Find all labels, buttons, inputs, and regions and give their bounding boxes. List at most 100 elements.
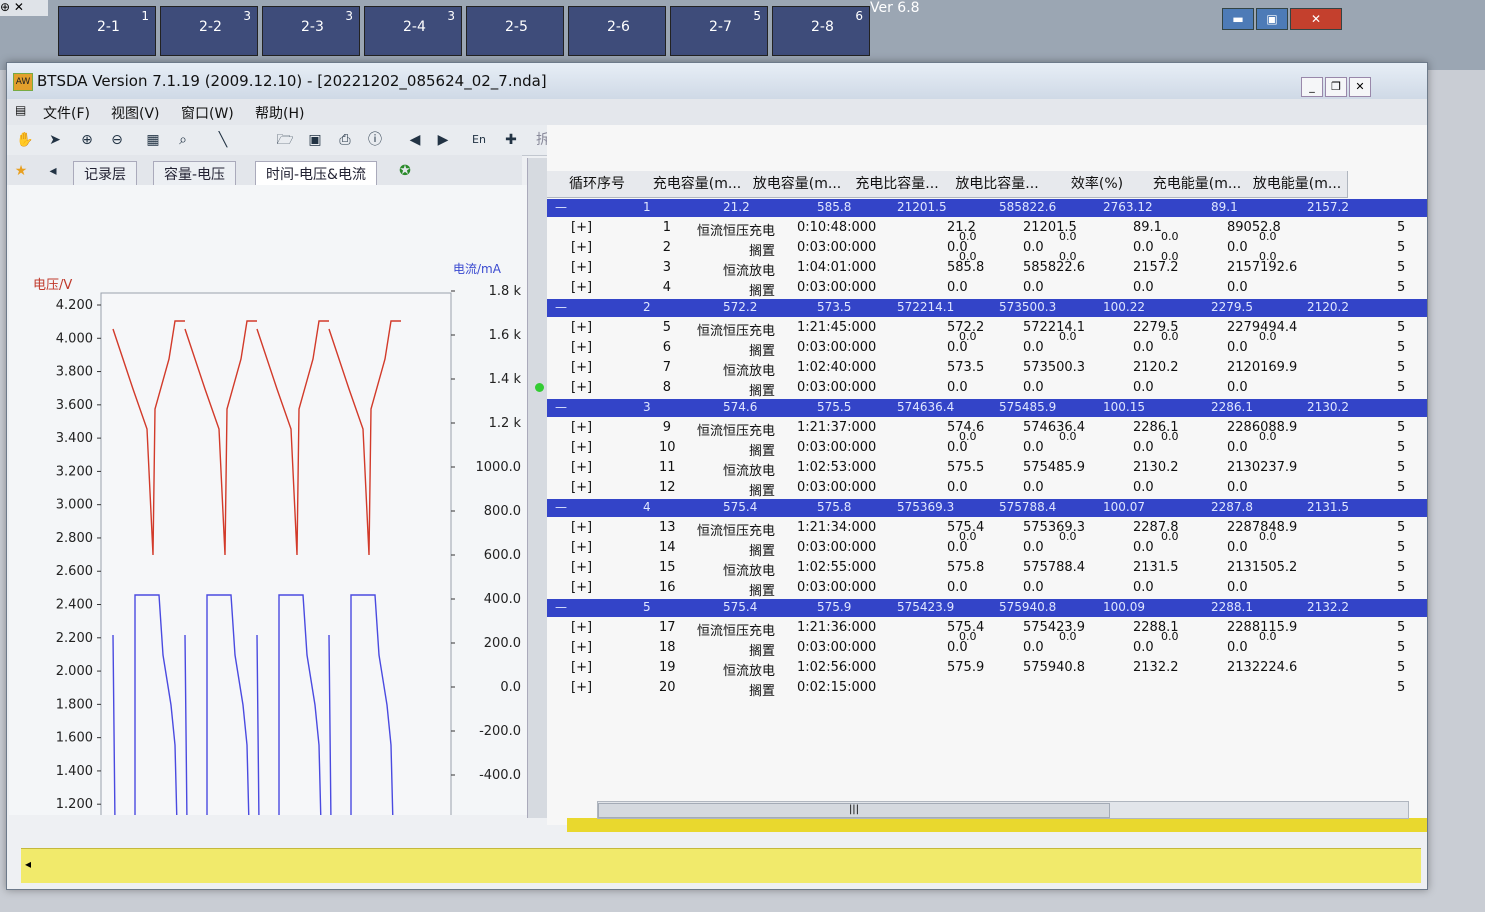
step-cell-expand[interactable]: [+] [571, 240, 592, 255]
scrollbar-thumb[interactable]: ||| [598, 803, 1110, 818]
step-row[interactable]: [+] 3 恒流放电 1:04:01:000 585.8 585822.6 2157.2 21… [547, 259, 1427, 279]
step-cell-expand[interactable]: [+] [571, 280, 592, 295]
hand-icon[interactable]: ✋ [15, 130, 35, 150]
background-channel-tile[interactable]: 2-1 1 [58, 6, 156, 56]
step-row[interactable]: [+] 7 恒流放电 1:02:40:000 573.5 573500.3 2120.2 21… [547, 359, 1427, 379]
menu-view[interactable]: 视图(V) [111, 103, 160, 123]
step-row[interactable]: [+] 10 搁置 0:03:00:000 0.0 0.0 0.0 0.0 5 [547, 439, 1427, 459]
tab-capacity-voltage[interactable]: 容量-电压 [153, 161, 237, 186]
mdi-close-button[interactable]: ✕ [1349, 77, 1371, 97]
mdi-minimize-button[interactable]: _ [1301, 77, 1323, 97]
outer-maximize-button[interactable]: ▣ [1256, 8, 1288, 30]
step-cell-expand[interactable]: [+] [571, 440, 592, 455]
info-icon[interactable]: ⓘ [365, 130, 385, 150]
step-cell-expand[interactable]: [+] [571, 580, 592, 595]
cycle-group-row[interactable]: — 1 21.2 585.8 21201.5 585822.6 2763.12 89.1 215… [547, 199, 1427, 217]
step-cell-expand[interactable]: [+] [571, 260, 592, 275]
group-cell-collapse_label[interactable]: — [555, 600, 567, 614]
horizontal-scrollbar[interactable]: ||| [597, 801, 1409, 819]
group-cell-collapse_label[interactable]: — [555, 400, 567, 414]
grid-header-2[interactable]: 放电容量(m... [747, 171, 848, 198]
grid-header-1[interactable]: 充电容量(m... [647, 171, 748, 198]
step-row[interactable]: [+] 20 搁置 0:02:15:000 5 [547, 679, 1427, 699]
step-cell-expand[interactable]: [+] [571, 520, 592, 535]
grid-header-3[interactable]: 充电比容量... [847, 171, 948, 198]
step-cell-expand[interactable]: [+] [571, 320, 592, 335]
en-icon[interactable]: En [469, 130, 489, 150]
cycle-group-row[interactable]: — 4 575.4 575.8 575369.3 575788.4 100.07 2287.8… [547, 499, 1427, 517]
step-cell-expand[interactable]: [+] [571, 660, 592, 675]
doc-icon[interactable]: ▤ [15, 103, 26, 117]
step-row[interactable]: [+] 13 恒流恒压充电 1:21:34:000 575.4 0.0 575369.3 0.… [547, 519, 1427, 543]
grid-header-7[interactable]: 放电能量(m... [1247, 171, 1348, 198]
menu-file[interactable]: 文件(F) [43, 103, 90, 123]
background-channel-tile[interactable]: 2-7 5 [670, 6, 768, 56]
step-row[interactable]: [+] 8 搁置 0:03:00:000 0.0 0.0 0.0 0.0 5 [547, 379, 1427, 399]
background-channel-tile[interactable]: 2-8 6 [772, 6, 870, 56]
scroll-left-arrow-icon[interactable]: ◂ [25, 857, 31, 871]
chart-icon[interactable]: ▦ [143, 130, 163, 150]
grid-header-6[interactable]: 充电能量(m... [1147, 171, 1248, 198]
search-icon[interactable]: ⌕ [173, 130, 193, 150]
step-row[interactable]: [+] 14 搁置 0:03:00:000 0.0 0.0 0.0 0.0 5 [547, 539, 1427, 559]
outer-minimize-button[interactable]: ▬ [1222, 8, 1254, 30]
group-cell-collapse_label[interactable]: — [555, 200, 567, 214]
step-row[interactable]: [+] 19 恒流放电 1:02:56:000 575.9 575940.8 2132.2 2… [547, 659, 1427, 679]
step-row[interactable]: [+] 4 搁置 0:03:00:000 0.0 0.0 0.0 0.0 5 [547, 279, 1427, 299]
open-folder-icon[interactable]: 🗁 [275, 130, 295, 150]
step-row[interactable]: [+] 16 搁置 0:03:00:000 0.0 0.0 0.0 0.0 5 [547, 579, 1427, 599]
menu-window[interactable]: 窗口(W) [181, 103, 234, 123]
zoom-in-icon[interactable]: ⊕ [77, 130, 97, 150]
step-cell-expand[interactable]: [+] [571, 640, 592, 655]
step-cell-expand[interactable]: [+] [571, 540, 592, 555]
add-star-icon[interactable]: ✪ [395, 161, 415, 181]
step-cell-expand[interactable]: [+] [571, 420, 592, 435]
cycle-group-row[interactable]: — 5 575.4 575.9 575423.9 575940.8 100.09 2288.1… [547, 599, 1427, 617]
step-cell-expand[interactable]: [+] [571, 680, 592, 695]
step-row[interactable]: [+] 1 恒流恒压充电 0:10:48:000 21.2 0.0 21201.5 0.0 89… [547, 219, 1427, 243]
grid-header-5[interactable]: 效率(%) [1047, 171, 1148, 198]
step-row[interactable]: [+] 12 搁置 0:03:00:000 0.0 0.0 0.0 0.0 5 [547, 479, 1427, 499]
step-cell-expand[interactable]: [+] [571, 360, 592, 375]
grid-header-0[interactable]: 循环序号 [547, 171, 648, 198]
back-arrow-icon[interactable]: ◀ [405, 130, 425, 150]
background-channel-tile[interactable]: 2-3 3 [262, 6, 360, 56]
cycle-group-row[interactable]: — 2 572.2 573.5 572214.1 573500.3 100.22 2279.5… [547, 299, 1427, 317]
tab-record-layer[interactable]: 记录层 [73, 161, 137, 186]
step-row[interactable]: [+] 15 恒流放电 1:02:55:000 575.8 575788.4 2131.5 2… [547, 559, 1427, 579]
step-row[interactable]: [+] 17 恒流恒压充电 1:21:36:000 575.4 0.0 575423.9 0.… [547, 619, 1427, 643]
pin-icon[interactable]: ✚ [501, 130, 521, 150]
step-cell-expand[interactable]: [+] [571, 560, 592, 575]
zoom-out-icon[interactable]: ⊖ [107, 130, 127, 150]
grid-header-4[interactable]: 放电比容量... [947, 171, 1048, 198]
line-icon[interactable]: ╲ [213, 130, 233, 150]
background-channel-tile[interactable]: 2-5 [466, 6, 564, 56]
group-cell-collapse_label[interactable]: — [555, 300, 567, 314]
background-channel-tile[interactable]: 2-2 3 [160, 6, 258, 56]
step-cell-expand[interactable]: [+] [571, 620, 592, 635]
step-row[interactable]: [+] 2 搁置 0:03:00:000 0.0 0.0 0.0 0.0 0.0 0.0 0.0 0.… [547, 239, 1427, 263]
step-row[interactable]: [+] 6 搁置 0:03:00:000 0.0 0.0 0.0 0.0 5 [547, 339, 1427, 359]
step-row[interactable]: [+] 9 恒流恒压充电 1:21:37:000 574.6 0.0 574636.4 0.0… [547, 419, 1427, 443]
step-cell-expand[interactable]: [+] [571, 220, 592, 235]
cycle-group-row[interactable]: — 3 574.6 575.5 574636.4 575485.9 100.15 2286.1… [547, 399, 1427, 417]
pointer-icon[interactable]: ➤ [45, 130, 65, 150]
star-icon[interactable]: ★ [11, 161, 31, 181]
outer-close-button[interactable]: ✕ [1290, 8, 1342, 30]
step-row[interactable]: [+] 11 恒流放电 1:02:53:000 575.5 575485.9 2130.2 2… [547, 459, 1427, 479]
step-cell-expand[interactable]: [+] [571, 380, 592, 395]
background-channel-tile[interactable]: 2-6 [568, 6, 666, 56]
step-row[interactable]: [+] 18 搁置 0:03:00:000 0.0 0.0 0.0 0.0 5 [547, 639, 1427, 659]
step-cell-expand[interactable]: [+] [571, 460, 592, 475]
menu-help[interactable]: 帮助(H) [255, 103, 304, 123]
step-cell-expand[interactable]: [+] [571, 340, 592, 355]
mdi-restore-button[interactable]: ❐ [1325, 77, 1347, 97]
step-cell-expand[interactable]: [+] [571, 480, 592, 495]
step-row[interactable]: [+] 5 恒流恒压充电 1:21:45:000 572.2 0.0 572214.1 0.0… [547, 319, 1427, 343]
print-icon[interactable]: ⎙ [335, 130, 355, 150]
background-channel-tile[interactable]: 2-4 3 [364, 6, 462, 56]
group-cell-collapse_label[interactable]: — [555, 500, 567, 514]
tab-prev-arrow-icon[interactable]: ◂ [43, 161, 63, 181]
tab-time-voltage-current[interactable]: 时间-电压&电流 [255, 161, 377, 186]
forward-arrow-icon[interactable]: ▶ [433, 130, 453, 150]
